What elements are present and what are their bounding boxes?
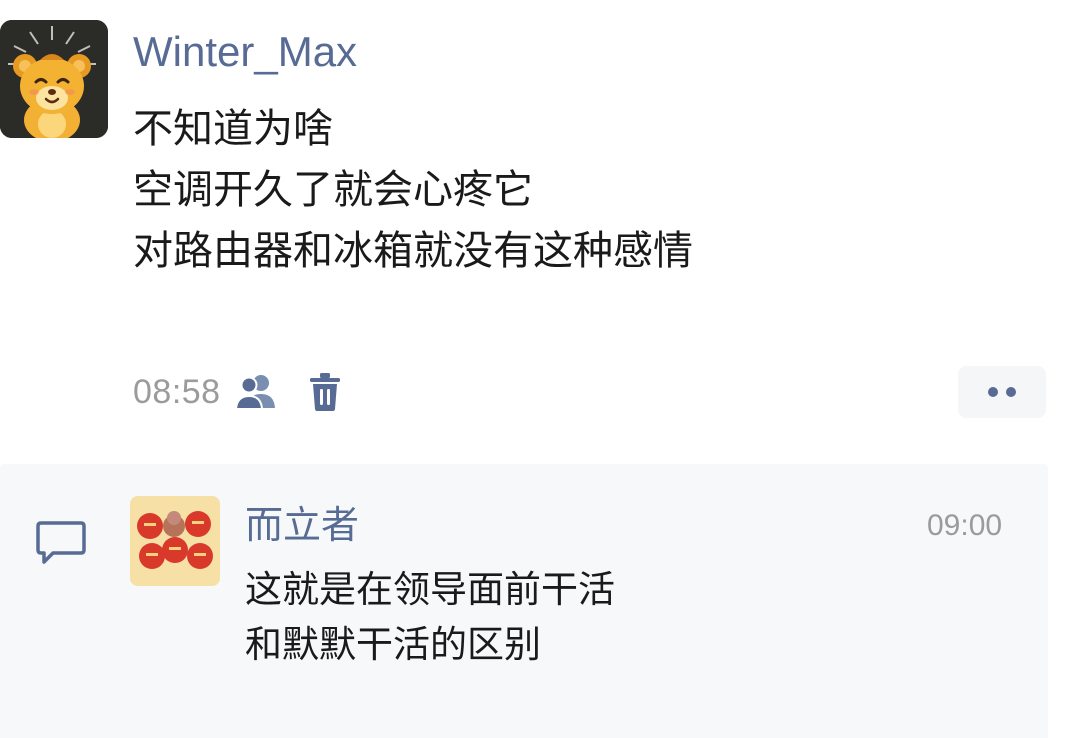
commenter-avatar[interactable] bbox=[130, 496, 220, 586]
comment-timestamp: 09:00 bbox=[927, 509, 1003, 542]
post-text-line: 不知道为啥 bbox=[133, 106, 333, 152]
moments-page: Winter_Max 不知道为啥 空调开久了就会心疼它 对路由器和冰箱就没有这种… bbox=[0, 0, 1081, 738]
post-text: 不知道为啥 空调开久了就会心疼它 对路由器和冰箱就没有这种感情 bbox=[133, 99, 1033, 282]
commenter-avatar-image bbox=[130, 496, 220, 586]
lion-cub-avatar-image bbox=[0, 20, 108, 138]
post-text-line: 空调开久了就会心疼它 bbox=[133, 167, 533, 213]
comment-text: 这就是在领导面前干活 和默默干活的区别 bbox=[245, 562, 615, 672]
comment-text-line: 这就是在领导面前干活 bbox=[245, 568, 615, 611]
comment-text-line: 和默默干活的区别 bbox=[245, 623, 541, 666]
comment-bubble-icon bbox=[35, 520, 87, 566]
author-avatar[interactable] bbox=[0, 20, 108, 138]
post-meta-row: 08:58 bbox=[133, 368, 341, 416]
friends-icon[interactable] bbox=[234, 372, 279, 412]
trash-icon[interactable] bbox=[309, 372, 341, 412]
more-button[interactable] bbox=[958, 366, 1046, 418]
author-name[interactable]: Winter_Max bbox=[133, 24, 357, 80]
post-timestamp: 08:58 bbox=[133, 372, 221, 411]
comments-panel: 而立者 09:00 这就是在领导面前干活 和默默干活的区别 bbox=[0, 464, 1048, 738]
commenter-name[interactable]: 而立者 bbox=[245, 502, 359, 548]
more-dots-icon bbox=[988, 387, 1016, 397]
post-text-line: 对路由器和冰箱就没有这种感情 bbox=[133, 228, 693, 274]
